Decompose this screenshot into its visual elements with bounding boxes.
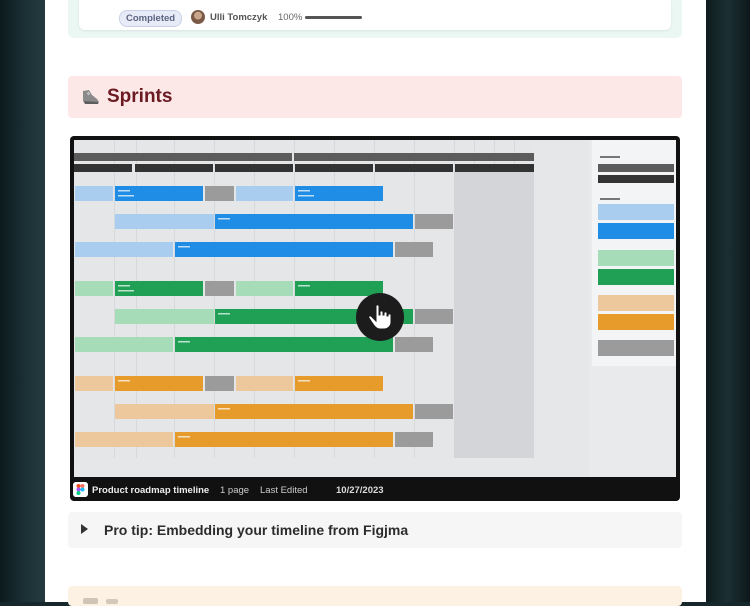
- next-callout: [68, 586, 682, 606]
- timeline-svg: [74, 140, 534, 458]
- status-badge: Completed: [119, 10, 183, 27]
- page-count: 1 page: [220, 485, 250, 496]
- keyboard-icon: [83, 598, 98, 604]
- owner-name: Ulli Tomczyk: [210, 12, 268, 23]
- previous-card-body[interactable]: Completed Ulli Tomczyk 100%: [79, 0, 671, 30]
- figma-icon: [73, 482, 88, 497]
- sidebar-card: [592, 140, 676, 366]
- pro-tip-toggle[interactable]: Pro tip: Embedding your timeline from Fi…: [68, 512, 682, 548]
- backdrop-left: [0, 0, 45, 602]
- hand-pointer-glyph: [368, 304, 392, 330]
- avatar: [191, 10, 205, 24]
- embed-caption: Product roadmap timeline 1 page Last Edi…: [70, 480, 680, 501]
- progress-bar: [305, 16, 362, 19]
- hand-pointer-icon[interactable]: [356, 293, 404, 341]
- sprints-heading: Sprints: [107, 86, 173, 107]
- toggle-arrow-icon[interactable]: [81, 524, 88, 534]
- toggle-text: Pro tip: Embedding your timeline from Fi…: [104, 522, 409, 538]
- page: Completed Ulli Tomczyk 100% Sprints Prod…: [45, 0, 706, 606]
- last-edited-label: Last Edited: [260, 485, 308, 496]
- file-name[interactable]: Product roadmap timeline: [92, 485, 209, 496]
- sidebar-svg: [598, 156, 674, 356]
- running-shoe-icon: [83, 90, 99, 104]
- progress-bar-fill: [305, 16, 362, 19]
- sprints-callout: Sprints: [68, 76, 682, 118]
- previous-card: Completed Ulli Tomczyk 100%: [68, 0, 682, 38]
- figma-frame[interactable]: [74, 140, 676, 477]
- timeline-canvas: [74, 140, 534, 458]
- projects-sidebar: [589, 140, 676, 477]
- backdrop-right: [706, 0, 750, 602]
- figma-embed[interactable]: Product roadmap timeline 1 page Last Edi…: [70, 136, 680, 501]
- last-edited-date: 10/27/2023: [336, 485, 384, 496]
- progress-label: 100%: [278, 12, 303, 23]
